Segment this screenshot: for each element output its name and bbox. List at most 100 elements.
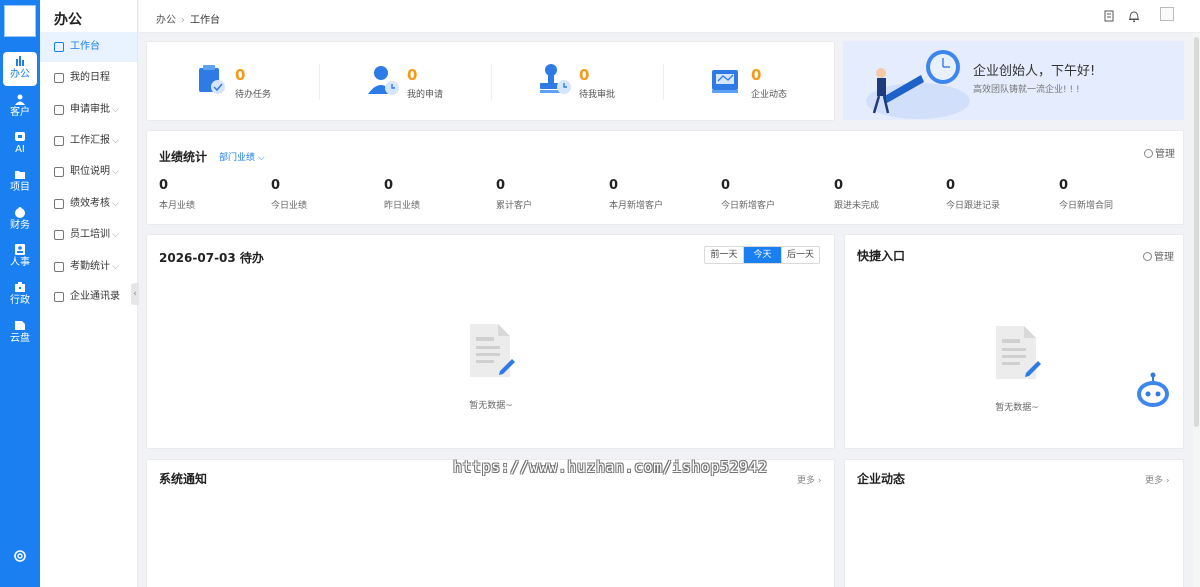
menu-item-position[interactable]: 职位说明 ⌵ — [40, 157, 137, 187]
menu-item-workbench[interactable]: 工作台 — [40, 32, 137, 62]
empty-text: 暂无数据~ — [469, 401, 513, 411]
rail-item-customer[interactable]: 客户 — [3, 90, 37, 124]
perf-stat: 0 本月业绩 — [159, 178, 195, 211]
bell-icon[interactable] — [1127, 9, 1141, 23]
next-day-button[interactable]: 后一天 — [781, 247, 819, 263]
rail-label: 财务 — [10, 220, 30, 231]
menu-item-schedule[interactable]: 我的日程 — [40, 63, 137, 93]
breadcrumb-separator: › — [181, 15, 185, 26]
gear-icon — [1143, 252, 1152, 261]
notes-icon[interactable] — [1102, 9, 1116, 23]
rail-item-finance[interactable]: 财务 — [3, 203, 37, 237]
stamp-icon — [537, 62, 573, 98]
menu-title: 办公 — [54, 12, 82, 28]
perf-stat: 0 跟进未完成 — [834, 178, 879, 211]
collapse-menu-handle[interactable]: ‹ — [131, 283, 139, 305]
shortcuts-card: 快捷入口 管理 暂无数据~ — [844, 234, 1184, 449]
quick-stats-card: 0 待办任务 0 我的申请 0 待我审批 0 企业动态 — [146, 41, 835, 121]
perf-label: 今日新增合同 — [1059, 201, 1114, 211]
scope-select[interactable]: 部门业绩 ⌵ — [219, 150, 265, 163]
top-bar: 办公 › 工作台 — [139, 0, 1200, 33]
ai-assistant-robot-icon[interactable] — [1135, 372, 1171, 408]
rail-label: 行政 — [10, 295, 30, 306]
customer-icon — [14, 94, 26, 105]
perf-value: 0 — [946, 178, 956, 193]
rail-label: 客户 — [10, 107, 30, 118]
document-icon — [54, 167, 64, 177]
perf-label: 本月业绩 — [159, 201, 196, 211]
monitor-icon — [54, 42, 64, 52]
project-icon — [14, 169, 26, 180]
app-logo[interactable] — [4, 5, 36, 37]
menu-item-directory[interactable]: 企业通讯录 — [40, 282, 137, 312]
menu-item-attendance[interactable]: 考勤统计 ⌵ — [40, 252, 137, 282]
perf-value: 0 — [496, 178, 506, 193]
manage-label: 管理 — [1155, 149, 1175, 160]
perf-stat: 0 今日业绩 — [271, 178, 307, 211]
perf-label: 今日跟进记录 — [946, 201, 1001, 211]
menu-label: 我的日程 — [70, 72, 110, 83]
stat-company-news[interactable]: 0 企业动态 — [663, 42, 835, 120]
rail-label: 云盘 — [10, 333, 30, 344]
news-more-link[interactable]: 更多 › — [1145, 473, 1169, 486]
stat-value: 0 — [235, 66, 246, 84]
rail-item-project[interactable]: 项目 — [3, 165, 37, 199]
performance-manage-button[interactable]: 管理 — [1144, 145, 1175, 160]
perf-label: 累计客户 — [496, 201, 533, 211]
rail-label: 人事 — [10, 257, 30, 268]
prev-day-button[interactable]: 前一天 — [705, 247, 743, 263]
secondary-menu: 办公 工作台 我的日程 申请审批 ⌵ 工作汇报 ⌵ 职位说明 ⌵ 绩效考核 ⌵ … — [40, 0, 138, 587]
perf-label: 今日新增客户 — [721, 201, 776, 211]
rail-item-admin[interactable]: 行政 — [3, 278, 37, 312]
perf-stat: 0 累计客户 — [496, 178, 532, 211]
stat-todo[interactable]: 0 待办任务 — [147, 42, 319, 120]
performance-icon — [54, 199, 64, 209]
menu-label: 员工培训 — [70, 229, 110, 240]
menu-item-performance[interactable]: 绩效考核 ⌵ — [40, 189, 137, 219]
menu-item-report[interactable]: 工作汇报 ⌵ — [40, 126, 137, 156]
manage-label: 管理 — [1154, 252, 1174, 263]
rail-item-hr[interactable]: 人事 — [3, 240, 37, 274]
stat-my-requests[interactable]: 0 我的申请 — [319, 42, 491, 120]
gear-icon — [1144, 149, 1153, 158]
menu-item-approval[interactable]: 申请审批 ⌵ — [40, 95, 137, 125]
menu-label: 考勤统计 — [70, 261, 110, 272]
stat-label: 我的申请 — [407, 90, 444, 100]
perf-value: 0 — [384, 178, 394, 193]
perf-label: 昨日业绩 — [384, 201, 421, 211]
menu-label: 申请审批 — [70, 104, 110, 115]
perf-value: 0 — [1059, 178, 1069, 193]
shortcuts-manage-button[interactable]: 管理 — [1143, 248, 1174, 263]
settings-gear-icon[interactable] — [13, 549, 27, 563]
menu-label: 绩效考核 — [70, 198, 110, 209]
todo-card: 2026-07-03 待办 前一天 今天 后一天 暂无数据~ — [146, 234, 835, 449]
rail-item-cloud-disk[interactable]: 云盘 — [3, 316, 37, 350]
contacts-icon — [54, 292, 64, 302]
stat-label: 待办任务 — [235, 90, 272, 100]
calendar-icon — [54, 73, 64, 83]
todo-title: 2026-07-03 待办 — [159, 251, 264, 265]
notices-more-link[interactable]: 更多 › — [797, 473, 821, 486]
breadcrumb-item[interactable]: 办公 — [156, 15, 176, 26]
today-button[interactable]: 今天 — [743, 247, 781, 263]
rail-item-ai[interactable]: AI — [3, 127, 37, 161]
shortcuts-title: 快捷入口 — [857, 249, 906, 263]
performance-card: 业绩统计 部门业绩 ⌵ 管理 0 本月业绩 0 今日业绩 0 昨日业绩 0 累计客户 0… — [146, 130, 1184, 225]
avatar[interactable] — [1160, 7, 1174, 21]
menu-item-training[interactable]: 员工培训 ⌵ — [40, 220, 137, 250]
rail-item-office[interactable]: 办公 — [3, 52, 37, 86]
scrollbar-thumb[interactable] — [1194, 37, 1199, 427]
chevron-down-icon: ⌵ — [112, 105, 119, 115]
menu-label: 工作汇报 — [70, 135, 110, 146]
perf-label: 本月新增客户 — [609, 201, 664, 211]
training-icon — [54, 230, 64, 240]
stat-value: 0 — [579, 66, 590, 84]
rail-label: AI — [15, 144, 25, 155]
breadcrumb: 办公 › 工作台 — [156, 11, 220, 26]
menu-label: 企业通讯录 — [70, 291, 120, 302]
stat-pending-approval[interactable]: 0 待我审批 — [491, 42, 663, 120]
megaphone-icon — [709, 62, 745, 98]
welcome-subtitle: 高效团队铸就一流企业! ! ! — [973, 85, 1080, 95]
page-scrollbar[interactable] — [1193, 33, 1200, 587]
chevron-down-icon: ⌵ — [257, 153, 265, 163]
